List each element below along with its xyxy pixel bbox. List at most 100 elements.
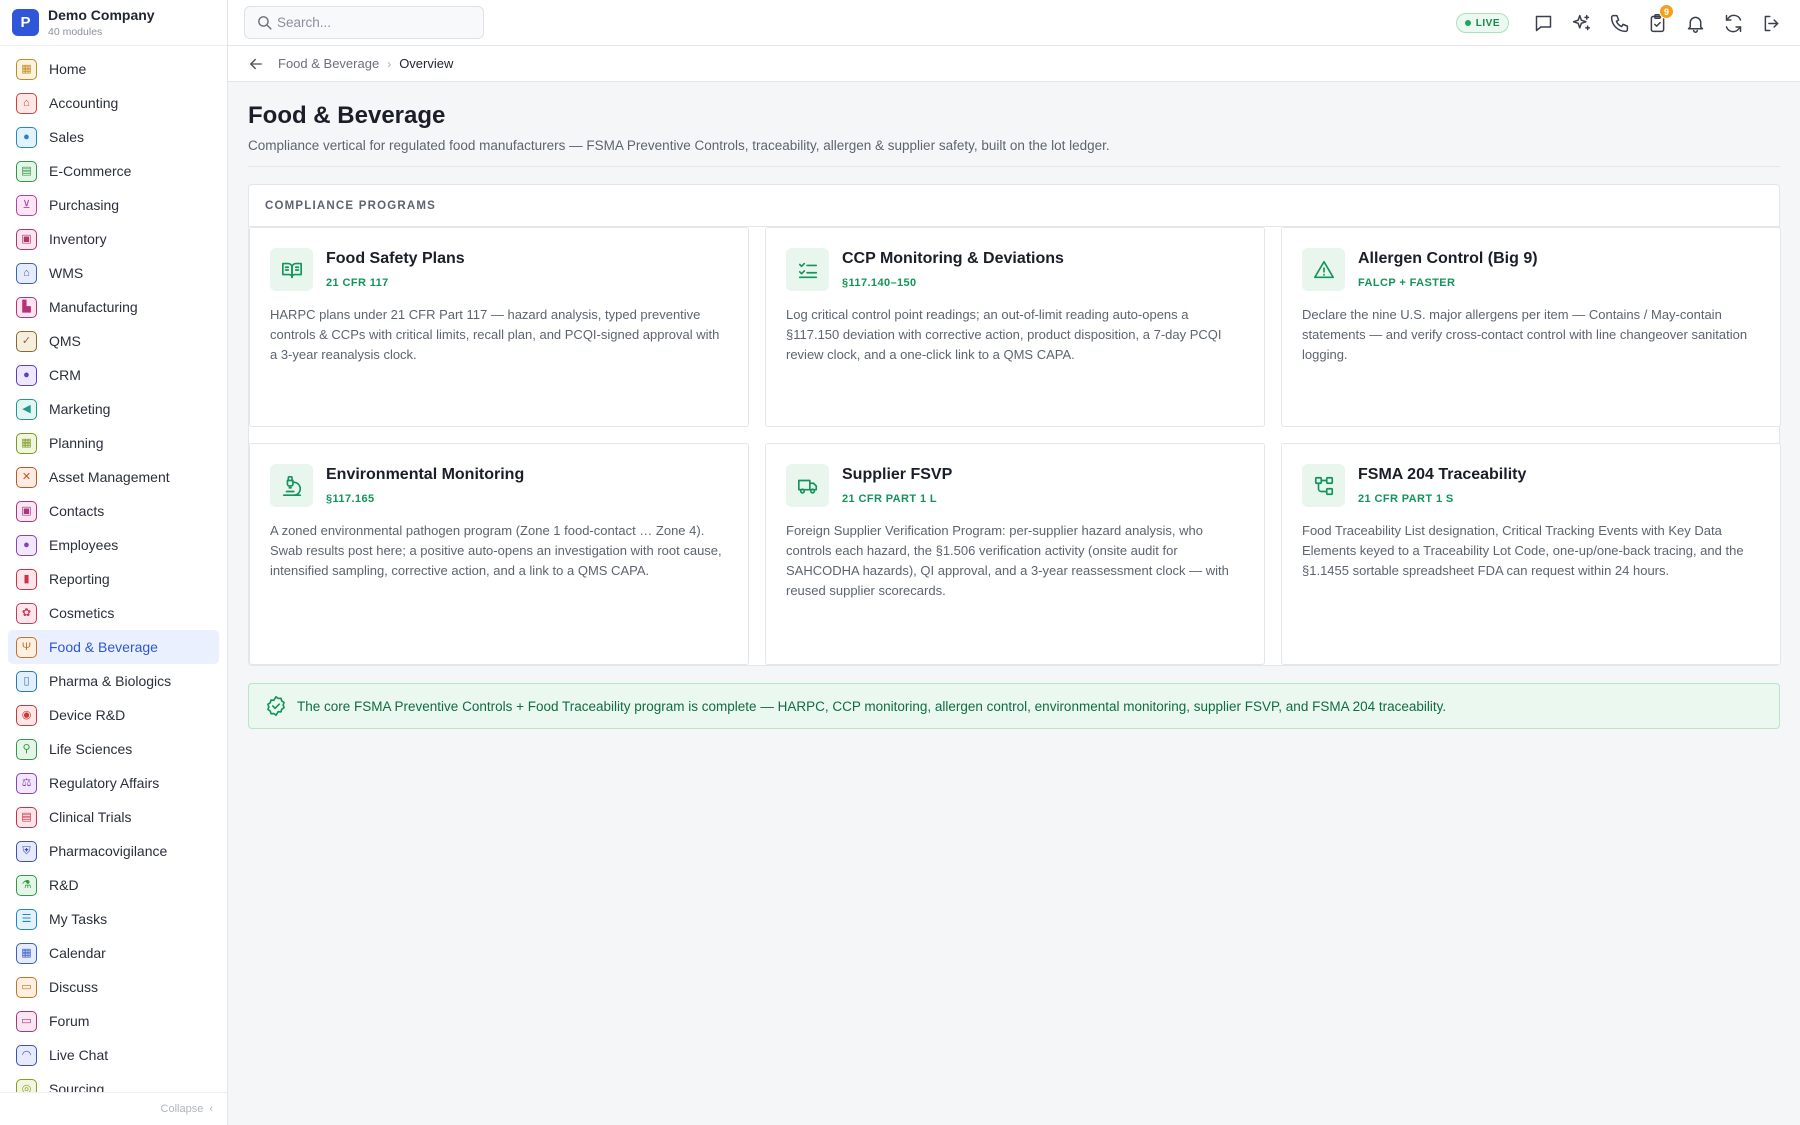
sidebar-item-forum[interactable]: ▭ Forum xyxy=(8,1004,219,1038)
compliance-programs-heading: COMPLIANCE PROGRAMS xyxy=(265,199,437,212)
program-card-title: Supplier FSVP xyxy=(842,466,953,483)
program-card-description: Log critical control point readings; an … xyxy=(786,307,1222,362)
users-icon: ● xyxy=(16,364,37,386)
list-checks-icon xyxy=(786,248,829,291)
search-box[interactable] xyxy=(244,6,484,39)
message-square-icon xyxy=(1535,15,1551,31)
tools-icon: ✕ xyxy=(16,466,37,488)
sidebar-item-label: Accounting xyxy=(49,95,119,111)
back-button[interactable] xyxy=(246,54,266,74)
utensils-icon: Ψ xyxy=(16,636,37,658)
notifications-button[interactable] xyxy=(1684,12,1706,34)
company-switcher[interactable]: P Demo Company 40 modules xyxy=(0,0,227,46)
sidebar-item-life-sciences[interactable]: ⚲ Life Sciences xyxy=(8,732,219,766)
bank-icon: ⌂ xyxy=(16,92,37,114)
sidebar-item-label: Inventory xyxy=(49,231,107,247)
collapse-button[interactable]: Collapse ‹ xyxy=(0,1092,227,1125)
sidebar-item-regulatory-affairs[interactable]: ⚖ Regulatory Affairs xyxy=(8,766,219,800)
sidebar-item-label: Sales xyxy=(49,129,85,145)
sidebar-item-e-commerce[interactable]: ▤ E-Commerce xyxy=(8,154,219,188)
sidebar-item-accounting[interactable]: ⌂ Accounting xyxy=(8,86,219,120)
sidebar-item-sales[interactable]: ● Sales xyxy=(8,120,219,154)
flask-icon: ⚗ xyxy=(16,874,37,896)
sidebar-item-qms[interactable]: ✓ QMS xyxy=(8,324,219,358)
checklist-icon: ☰ xyxy=(16,908,37,930)
sidebar-item-device-randd[interactable]: ◉ Device R&D xyxy=(8,698,219,732)
store-icon: ▤ xyxy=(16,160,37,182)
sidebar-item-contacts[interactable]: ▣ Contacts xyxy=(8,494,219,528)
program-card-environmental-monitoring[interactable]: Environmental Monitoring §117.165 A zoned … xyxy=(249,443,749,665)
sidebar-item-wms[interactable]: ⌂ WMS xyxy=(8,256,219,290)
sidebar-item-randd[interactable]: ⚗ R&D xyxy=(8,868,219,902)
sidebar-item-reporting[interactable]: ▮ Reporting xyxy=(8,562,219,596)
sidebar-item-label: Clinical Trials xyxy=(49,809,132,825)
live-dot xyxy=(1464,20,1471,26)
program-card-title: FSMA 204 Traceability xyxy=(1358,466,1527,483)
phone-icon xyxy=(1610,14,1628,32)
sidebar-item-live-chat[interactable]: ◠ Live Chat xyxy=(8,1038,219,1072)
sidebar-item-label: R&D xyxy=(49,877,79,893)
sidebar-item-label: Live Chat xyxy=(49,1047,109,1063)
sidebar-item-label: Forum xyxy=(49,1013,90,1029)
sidebar-item-label: Pharma & Biologics xyxy=(49,673,172,689)
page-description: Compliance vertical for regulated food m… xyxy=(248,138,1110,153)
sidebar-item-asset-management[interactable]: ✕ Asset Management xyxy=(8,460,219,494)
sidebar-item-label: Food & Beverage xyxy=(49,639,158,655)
program-card-food-safety-plans[interactable]: Food Safety Plans 21 CFR 117 HARPC plans u… xyxy=(249,227,749,427)
sidebar-item-calendar[interactable]: ▦ Calendar xyxy=(8,936,219,970)
sidebar-item-label: Contacts xyxy=(49,503,105,519)
sidebar-item-pharmacovigilance[interactable]: ⛨ Pharmacovigilance xyxy=(8,834,219,868)
program-card-description: Declare the nine U.S. major allergens pe… xyxy=(1302,307,1748,362)
sidebar-item-home[interactable]: ▦ Home xyxy=(8,52,219,86)
sidebar-item-purchasing[interactable]: ⊻ Purchasing xyxy=(8,188,219,222)
program-card-regulation: §117.165 xyxy=(326,493,375,505)
switch-company-button[interactable] xyxy=(1722,12,1744,34)
sidebar-item-label: Purchasing xyxy=(49,197,120,213)
sidebar-item-manufacturing[interactable]: ▙ Manufacturing xyxy=(8,290,219,324)
sidebar-item-food-and-beverage[interactable]: Ψ Food & Beverage xyxy=(8,630,219,664)
sidebar-item-label: Regulatory Affairs xyxy=(49,775,160,791)
company-name: Demo Company xyxy=(48,7,155,23)
approvals-count-badge: 9 xyxy=(1659,4,1674,19)
breadcrumb: Food & Beverage › Overview xyxy=(228,46,1800,82)
sidebar-item-label: Device R&D xyxy=(49,707,126,723)
sparkles-icon xyxy=(1572,14,1590,30)
breadcrumb-current: Overview xyxy=(399,56,454,71)
megaphone-icon: ◀ xyxy=(16,398,37,420)
messages-button[interactable] xyxy=(1532,12,1554,34)
program-card-allergen-control-big-9[interactable]: Allergen Control (Big 9) FALCP + FASTER De… xyxy=(1281,227,1781,427)
program-card-title: Food Safety Plans xyxy=(326,250,465,267)
sidebar-item-employees[interactable]: ● Employees xyxy=(8,528,219,562)
sidebar-item-clinical-trials[interactable]: ▤ Clinical Trials xyxy=(8,800,219,834)
approvals-button[interactable]: 9 xyxy=(1646,4,1674,34)
program-card-supplier-fsvp[interactable]: Supplier FSVP 21 CFR PART 1 L Foreign Supp… xyxy=(765,443,1265,665)
sidebar-item-label: WMS xyxy=(49,265,84,281)
program-card-fsma-204-traceability[interactable]: FSMA 204 Traceability 21 CFR PART 1 S Food… xyxy=(1281,443,1781,665)
page-title: Food & Beverage xyxy=(248,102,446,129)
search-input[interactable] xyxy=(277,15,477,30)
program-card-description: Foreign Supplier Verification Program: p… xyxy=(786,523,1229,598)
sidebar-item-planning[interactable]: ▦ Planning xyxy=(8,426,219,460)
program-card-description: A zoned environmental pathogen program (… xyxy=(270,523,722,578)
sidebar-item-label: Planning xyxy=(49,435,104,451)
factory-icon: ▙ xyxy=(16,296,37,318)
sidebar-item-label: My Tasks xyxy=(49,911,108,927)
program-card-ccp-monitoring-and-deviations[interactable]: CCP Monitoring & Deviations §117.140–150 L… xyxy=(765,227,1265,427)
sidebar-item-marketing[interactable]: ◀ Marketing xyxy=(8,392,219,426)
badge-check-icon xyxy=(267,696,285,716)
sidebar-item-discuss[interactable]: ▭ Discuss xyxy=(8,970,219,1004)
sidebar-item-cosmetics[interactable]: ✿ Cosmetics xyxy=(8,596,219,630)
sidebar-item-inventory[interactable]: ▣ Inventory xyxy=(8,222,219,256)
logout-button[interactable] xyxy=(1760,12,1782,34)
sidebar-item-sourcing[interactable]: ◎ Sourcing xyxy=(8,1072,219,1092)
sidebar-item-label: Home xyxy=(49,61,87,77)
breadcrumb-parent[interactable]: Food & Beverage xyxy=(278,56,379,71)
phone-button[interactable] xyxy=(1608,12,1630,34)
search-icon xyxy=(258,16,272,30)
ai-assistant-button[interactable] xyxy=(1570,12,1592,34)
sidebar-item-pharma-and-biologics[interactable]: ▯ Pharma & Biologics xyxy=(8,664,219,698)
sidebar-item-crm[interactable]: ● CRM xyxy=(8,358,219,392)
warning-triangle-icon xyxy=(1302,248,1345,291)
program-card-regulation: §117.140–150 xyxy=(842,277,917,289)
sidebar-item-my-tasks[interactable]: ☰ My Tasks xyxy=(8,902,219,936)
